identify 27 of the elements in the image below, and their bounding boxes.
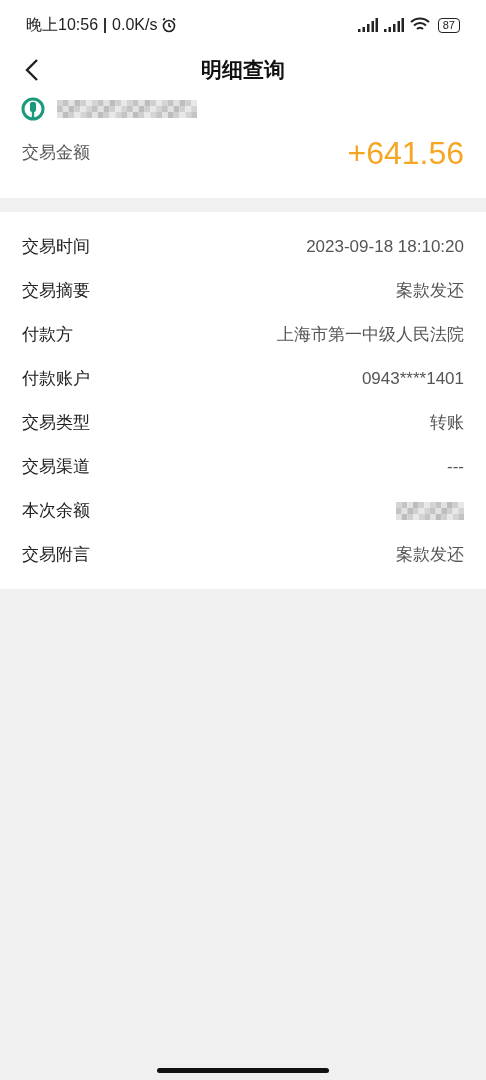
detail-value: 案款发还: [396, 280, 464, 303]
detail-label: 付款账户: [22, 368, 90, 391]
back-icon: [25, 58, 39, 82]
detail-label: 本次余额: [22, 500, 90, 523]
signal-icon: [383, 18, 404, 32]
detail-value: 2023-09-18 18:10:20: [306, 236, 464, 259]
detail-label: 付款方: [22, 324, 73, 347]
status-time: 晚上10:56: [26, 15, 99, 35]
detail-value: 转账: [430, 412, 464, 435]
amount-label: 交易金额: [22, 142, 90, 165]
detail-label: 交易时间: [22, 236, 90, 259]
amount-value: +641.56: [347, 134, 464, 173]
redacted-block: [396, 502, 464, 520]
detail-label: 交易渠道: [22, 456, 90, 479]
alarm-clock-icon: [161, 17, 178, 33]
detail-value: 0943****1401: [361, 368, 464, 391]
detail-value: 上海市第一中级人民法院: [277, 324, 464, 347]
detail-value: ---: [447, 456, 464, 479]
detail-label: 交易类型: [22, 412, 90, 435]
detail-label: 交易附言: [22, 544, 90, 567]
detail-label: 交易摘要: [22, 280, 90, 303]
page-title: 明细查询: [201, 57, 285, 84]
detail-value: 案款发还: [396, 544, 464, 567]
battery-indicator: 87: [437, 17, 460, 33]
bank-logo-icon: [21, 97, 45, 121]
network-speed: 0.0K/s: [112, 15, 158, 35]
signal-icon: [357, 18, 378, 32]
